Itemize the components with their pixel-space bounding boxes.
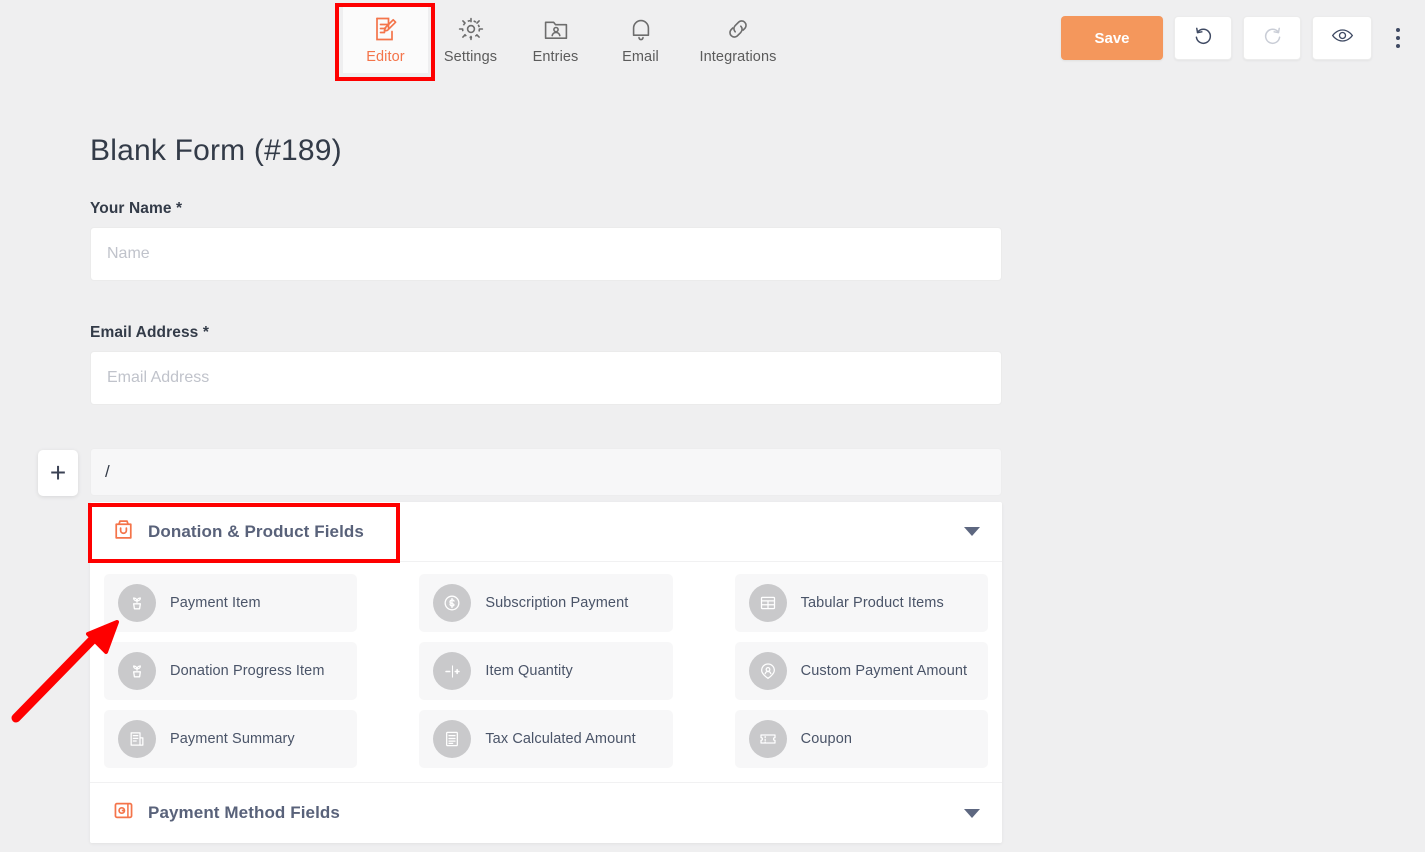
field-item-tabular-product-items[interactable]: Tabular Product Items	[734, 574, 988, 632]
redo-icon	[1262, 25, 1283, 51]
tab-editor[interactable]: Editor	[343, 6, 428, 73]
save-button[interactable]: Save	[1061, 16, 1163, 60]
your-name-input[interactable]	[90, 227, 1002, 281]
tab-integrations-label: Integrations	[699, 49, 777, 65]
dollar-coin-icon	[433, 584, 472, 622]
field-item-item-quantity[interactable]: Item Quantity	[419, 642, 673, 700]
editor-icon	[373, 16, 399, 42]
minus-plus-icon	[433, 652, 472, 690]
gear-icon	[458, 16, 484, 42]
undo-icon	[1193, 25, 1214, 51]
field-item-payment-item[interactable]: Payment Item	[104, 574, 358, 632]
page-title: Blank Form (#189)	[90, 134, 342, 167]
kebab-menu-icon	[1396, 44, 1400, 48]
kebab-menu-icon	[1396, 28, 1400, 32]
main-tab-bar: Editor Settings Entries Email Integratio…	[343, 6, 793, 73]
tab-editor-label: Editor	[366, 49, 405, 65]
tab-entries-label: Entries	[532, 49, 579, 65]
field-item-tax-calculated-amount[interactable]: Tax Calculated Amount	[419, 710, 673, 768]
undo-button[interactable]	[1174, 16, 1232, 60]
donation-box-icon	[112, 518, 135, 546]
field-picker-panel: Donation & Product Fields Payment Item S…	[90, 502, 1002, 843]
group-title-payment-method-fields: Payment Method Fields	[148, 803, 340, 822]
top-toolbar: Editor Settings Entries Email Integratio…	[0, 0, 1425, 82]
table-grid-icon	[748, 584, 787, 622]
field-item-label: Payment Item	[170, 595, 261, 611]
field-item-donation-progress-item[interactable]: Donation Progress Item	[104, 642, 358, 700]
chevron-down-icon[interactable]	[964, 527, 980, 536]
group-header-payment-method-fields[interactable]: Payment Method Fields	[90, 783, 1002, 843]
field-item-label: Payment Summary	[170, 731, 295, 747]
entries-icon	[543, 16, 569, 42]
add-field-button[interactable]: +	[38, 450, 78, 496]
eye-icon	[1331, 24, 1354, 52]
chevron-down-icon[interactable]	[964, 808, 980, 818]
tab-email[interactable]: Email	[598, 6, 683, 73]
field-item-coupon[interactable]: Coupon	[734, 710, 988, 768]
ticket-icon	[748, 720, 787, 758]
tab-settings[interactable]: Settings	[428, 6, 513, 73]
group-header-donation-product-fields[interactable]: Donation & Product Fields	[90, 502, 1002, 562]
field-search-input[interactable]	[105, 449, 987, 495]
wallet-card-icon	[112, 799, 135, 827]
plus-icon: +	[49, 457, 67, 488]
link-icon	[725, 16, 751, 42]
field-item-label: Item Quantity	[485, 663, 573, 679]
field-item-label: Custom Payment Amount	[800, 663, 968, 679]
field-item-label: Tabular Product Items	[800, 595, 944, 611]
kebab-menu-icon	[1396, 36, 1400, 40]
field-item-subscription-payment[interactable]: Subscription Payment	[419, 574, 673, 632]
toolbar-actions: Save	[1061, 16, 1411, 60]
receipt-icon	[118, 720, 156, 758]
group-title-donation-product-fields: Donation & Product Fields	[148, 521, 364, 541]
email-address-input[interactable]	[90, 351, 1002, 405]
group-body-donation-product-fields: Payment Item Subscription Payment Tabula…	[90, 562, 1002, 783]
field-label-email-address: Email Address *	[90, 324, 209, 341]
field-item-label: Tax Calculated Amount	[485, 731, 636, 747]
field-item-payment-summary[interactable]: Payment Summary	[104, 710, 358, 768]
more-options-button[interactable]	[1385, 16, 1411, 60]
document-lines-icon	[433, 720, 472, 758]
form-field-your-name: Your Name *	[90, 200, 1002, 281]
bell-icon	[628, 16, 654, 42]
tab-entries[interactable]: Entries	[513, 6, 598, 73]
plant-pot-icon	[118, 584, 156, 622]
field-item-label: Donation Progress Item	[170, 663, 325, 679]
tab-settings-label: Settings	[443, 49, 498, 65]
form-field-email-address: Email Address *	[90, 324, 1002, 405]
person-pin-icon	[748, 652, 787, 690]
field-item-custom-payment-amount[interactable]: Custom Payment Amount	[734, 642, 988, 700]
field-label-your-name: Your Name *	[90, 200, 183, 217]
field-search-box[interactable]	[90, 448, 1002, 496]
redo-button[interactable]	[1243, 16, 1301, 60]
tab-email-label: Email	[622, 49, 659, 65]
field-item-label: Coupon	[800, 731, 853, 747]
field-item-label: Subscription Payment	[485, 595, 629, 611]
preview-button[interactable]	[1312, 16, 1372, 60]
tab-integrations[interactable]: Integrations	[683, 6, 793, 73]
plant-pot-icon	[118, 652, 156, 690]
